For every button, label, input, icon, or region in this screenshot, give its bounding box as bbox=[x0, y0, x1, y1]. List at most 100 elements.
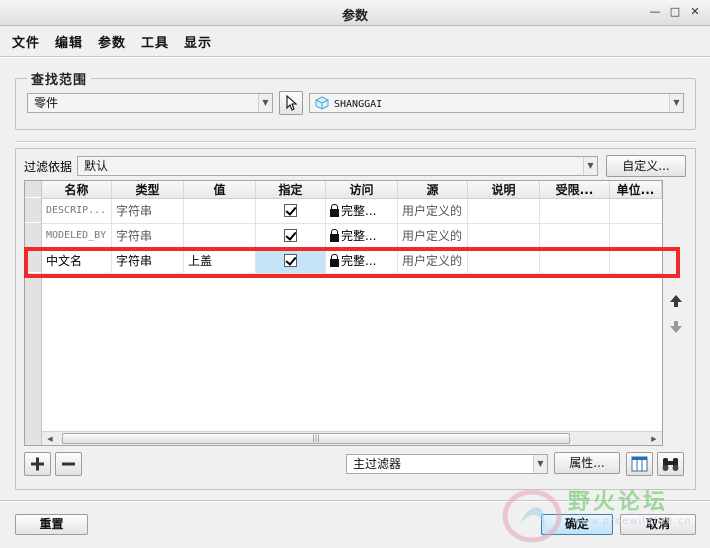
column-header-designate[interactable]: 指定 bbox=[256, 181, 326, 199]
menu-separator bbox=[0, 56, 710, 58]
filter-select[interactable]: 默认 ▼ bbox=[77, 156, 598, 176]
scroll-right-icon[interactable]: ▶ bbox=[648, 433, 660, 445]
table-columns-icon bbox=[631, 456, 648, 472]
column-header-description[interactable]: 说明 bbox=[468, 181, 540, 199]
cell-designate bbox=[256, 224, 326, 248]
cursor-arrow-icon bbox=[286, 94, 298, 111]
menu-bar: 文件 编辑 参数 工具 显示 bbox=[0, 28, 710, 54]
part-cube-icon bbox=[315, 96, 329, 110]
cell-source: 用户定义的 bbox=[398, 199, 468, 223]
designate-checkbox[interactable] bbox=[284, 229, 297, 242]
maximize-button[interactable]: □ bbox=[668, 4, 682, 20]
column-header-source[interactable]: 源 bbox=[398, 181, 468, 199]
cell-units[interactable] bbox=[610, 199, 662, 223]
table-columns-button[interactable] bbox=[626, 452, 653, 476]
cell-type[interactable]: 字符串 bbox=[112, 199, 184, 223]
ok-button[interactable]: 确定 bbox=[541, 514, 613, 535]
menu-tools[interactable]: 工具 bbox=[141, 32, 169, 51]
horizontal-scrollbar[interactable]: ◀ ||| ▶ bbox=[42, 431, 662, 445]
cell-value[interactable] bbox=[184, 224, 256, 248]
scope-type-value: 零件 bbox=[34, 96, 59, 110]
table-row[interactable]: MODELED_BY 字符串 完整... 用户定义的 bbox=[42, 224, 662, 249]
access-value: 完整... bbox=[341, 204, 377, 218]
cell-source: 用户定义的 bbox=[398, 249, 468, 273]
add-parameter-button[interactable] bbox=[24, 452, 51, 476]
chevron-down-icon: ▼ bbox=[258, 94, 272, 112]
menu-parameters[interactable]: 参数 bbox=[98, 32, 126, 51]
cell-type[interactable]: 字符串 bbox=[112, 249, 184, 273]
cell-name[interactable]: DESCRIP... bbox=[42, 199, 112, 223]
menu-edit[interactable]: 编辑 bbox=[55, 32, 83, 51]
lock-icon bbox=[330, 228, 339, 242]
window-title: 参数 bbox=[341, 9, 368, 24]
cell-access[interactable]: 完整... bbox=[326, 199, 398, 223]
find-button[interactable] bbox=[657, 452, 684, 476]
cell-value[interactable]: 上盖 bbox=[184, 249, 256, 273]
cell-restricted[interactable] bbox=[540, 199, 610, 223]
scope-type-select[interactable]: 零件 ▼ bbox=[27, 93, 273, 113]
chevron-down-icon: ▼ bbox=[533, 455, 547, 473]
scroll-left-icon[interactable]: ◀ bbox=[44, 433, 56, 445]
cell-units[interactable] bbox=[610, 249, 662, 273]
filter-label: 过滤依据 bbox=[24, 160, 73, 174]
cell-access[interactable]: 完整... bbox=[326, 224, 398, 248]
designate-checkbox[interactable] bbox=[284, 204, 297, 217]
main-filter-value: 主过滤器 bbox=[353, 457, 402, 471]
scope-object-select[interactable]: SHANGGAI ▼ bbox=[309, 93, 684, 113]
cancel-button[interactable]: 取消 bbox=[620, 514, 696, 535]
plus-icon bbox=[31, 457, 44, 471]
window-controls: — □ ✕ bbox=[648, 4, 702, 20]
menu-display[interactable]: 显示 bbox=[184, 32, 212, 51]
move-up-arrow-icon[interactable] bbox=[669, 294, 683, 308]
select-object-button[interactable] bbox=[279, 91, 303, 115]
cell-type[interactable]: 字符串 bbox=[112, 224, 184, 248]
cell-restricted[interactable] bbox=[540, 224, 610, 248]
cell-units[interactable] bbox=[610, 224, 662, 248]
title-bar: 参数 — □ ✕ bbox=[0, 0, 710, 26]
table-row-selected[interactable]: 中文名 字符串 上盖 完整... 用户定义的 bbox=[42, 249, 662, 274]
row-header-corner bbox=[25, 181, 41, 198]
row-header-2[interactable] bbox=[25, 223, 41, 248]
chevron-down-icon: ▼ bbox=[669, 94, 683, 112]
cell-restricted[interactable] bbox=[540, 249, 610, 273]
cell-description[interactable] bbox=[468, 224, 540, 248]
cell-description[interactable] bbox=[468, 249, 540, 273]
customize-button[interactable]: 自定义... bbox=[606, 155, 686, 177]
table-row[interactable]: DESCRIP... 字符串 完整... 用户定义的 bbox=[42, 199, 662, 224]
minus-icon bbox=[62, 462, 75, 466]
column-header-type[interactable]: 类型 bbox=[112, 181, 184, 199]
designate-checkbox[interactable] bbox=[284, 254, 297, 267]
panel-separator bbox=[15, 141, 696, 143]
row-header-3[interactable] bbox=[25, 248, 41, 273]
column-header-units[interactable]: 单位... bbox=[610, 181, 662, 199]
row-header-1[interactable] bbox=[25, 198, 41, 223]
remove-parameter-button[interactable] bbox=[55, 452, 82, 476]
cell-name[interactable]: MODELED_BY bbox=[42, 224, 112, 248]
cell-access[interactable]: 完整... bbox=[326, 249, 398, 273]
close-button[interactable]: ✕ bbox=[688, 4, 702, 20]
chevron-down-icon: ▼ bbox=[583, 157, 597, 175]
reset-button[interactable]: 重置 bbox=[15, 514, 88, 535]
main-filter-select[interactable]: 主过滤器 ▼ bbox=[346, 454, 548, 474]
column-header-access[interactable]: 访问 bbox=[326, 181, 398, 199]
move-down-arrow-icon[interactable] bbox=[669, 320, 683, 334]
column-header-name[interactable]: 名称 bbox=[42, 181, 112, 199]
filter-value: 默认 bbox=[84, 159, 109, 173]
menu-file[interactable]: 文件 bbox=[12, 32, 40, 51]
column-header-value[interactable]: 值 bbox=[184, 181, 256, 199]
properties-button[interactable]: 属性... bbox=[554, 452, 620, 474]
access-value: 完整... bbox=[341, 254, 377, 268]
lock-icon bbox=[330, 253, 339, 267]
scrollbar-thumb[interactable]: ||| bbox=[62, 433, 570, 444]
row-header-column bbox=[25, 181, 42, 445]
scope-group-label: 查找范围 bbox=[27, 69, 92, 88]
cell-name[interactable]: 中文名 bbox=[42, 249, 112, 273]
cell-description[interactable] bbox=[468, 199, 540, 223]
minimize-button[interactable]: — bbox=[648, 4, 662, 20]
column-header-restricted[interactable]: 受限... bbox=[540, 181, 610, 199]
scope-object-value: SHANGGAI bbox=[334, 99, 383, 110]
cell-value[interactable] bbox=[184, 199, 256, 223]
binoculars-icon bbox=[662, 458, 679, 471]
cell-source: 用户定义的 bbox=[398, 224, 468, 248]
cell-designate bbox=[256, 199, 326, 223]
